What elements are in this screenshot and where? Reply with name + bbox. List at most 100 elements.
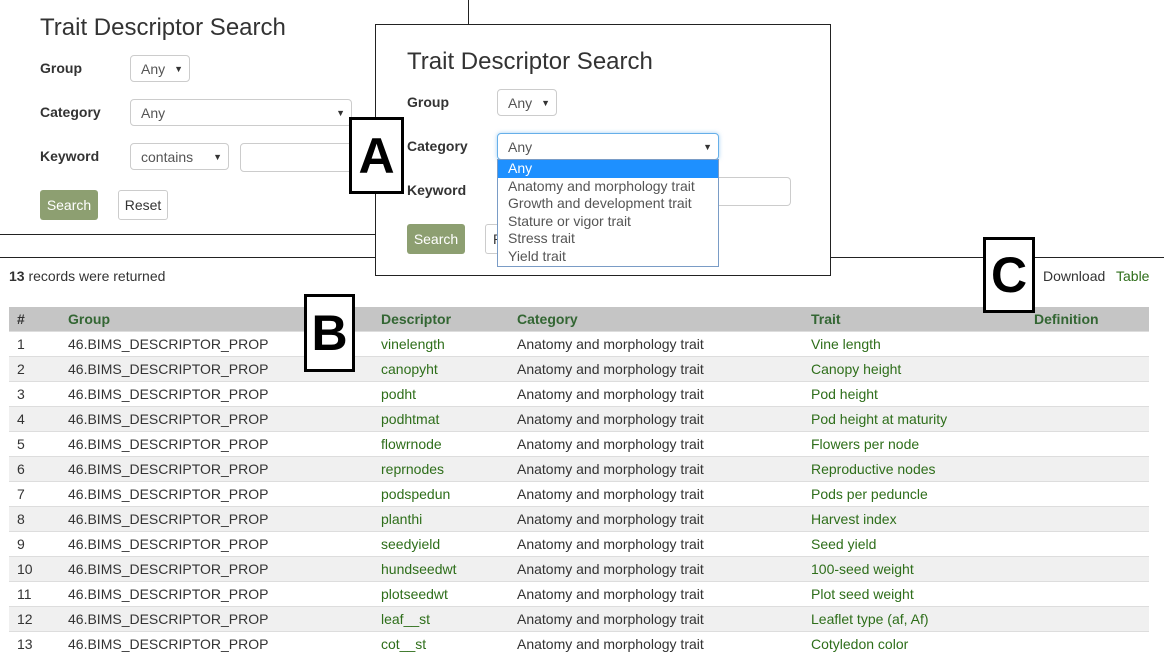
row-descriptor[interactable]: flowrnode [373, 431, 509, 457]
category-select[interactable]: Any ▼ [130, 99, 352, 126]
row-number: 7 [9, 481, 60, 507]
category-option[interactable]: Stress trait [498, 230, 718, 248]
row-descriptor[interactable]: planthi [373, 506, 509, 532]
column-header-category[interactable]: Category [509, 307, 803, 332]
row-trait[interactable]: Vine length [803, 331, 1026, 357]
category-select-value: Any [508, 138, 533, 155]
row-trait[interactable]: Harvest index [803, 506, 1026, 532]
category-option[interactable]: Yield trait [498, 248, 718, 266]
row-definition [1026, 406, 1149, 432]
row-trait[interactable]: 100-seed weight [803, 556, 1026, 582]
row-descriptor[interactable]: vinelength [373, 331, 509, 357]
row-definition [1026, 506, 1149, 532]
category-label: Category [407, 138, 468, 154]
row-category: Anatomy and morphology trait [509, 581, 803, 607]
row-descriptor[interactable]: canopyht [373, 356, 509, 382]
chevron-down-icon: ▼ [703, 141, 712, 152]
table-row: 6 46.BIMS_DESCRIPTOR_PROP reprnodes Anatomy… [9, 456, 1149, 482]
table-row: 7 46.BIMS_DESCRIPTOR_PROP podspedun Anatomy… [9, 481, 1149, 507]
row-number: 9 [9, 531, 60, 557]
reset-button[interactable]: R [485, 224, 497, 254]
table-row: 9 46.BIMS_DESCRIPTOR_PROP seedyield Anatomy… [9, 531, 1149, 557]
row-descriptor[interactable]: plotseedwt [373, 581, 509, 607]
chevron-down-icon: ▼ [174, 63, 183, 74]
keyword-label: Keyword [407, 182, 467, 198]
table-row: 13 46.BIMS_DESCRIPTOR_PROP cot__st Anatomy … [9, 631, 1149, 656]
row-definition [1026, 431, 1149, 457]
row-number: 11 [9, 581, 60, 607]
row-number: 8 [9, 506, 60, 532]
table-row: 12 46.BIMS_DESCRIPTOR_PROP leaf__st Anatomy… [9, 606, 1149, 632]
category-option[interactable]: Growth and development trait [498, 195, 718, 213]
row-group: 46.BIMS_DESCRIPTOR_PROP [60, 406, 373, 432]
row-descriptor[interactable]: hundseedwt [373, 556, 509, 582]
page-title: Trait Descriptor Search [40, 14, 286, 41]
category-select[interactable]: Any ▼ [497, 133, 719, 160]
row-definition [1026, 356, 1149, 382]
category-option[interactable]: Any [498, 160, 718, 178]
row-trait[interactable]: Plot seed weight [803, 581, 1026, 607]
row-descriptor[interactable]: seedyield [373, 531, 509, 557]
table-header-row: # Group Descriptor Category Trait Defini… [9, 307, 1149, 332]
row-trait[interactable]: Cotyledon color [803, 631, 1026, 656]
category-select-value: Any [141, 104, 166, 121]
row-number: 3 [9, 381, 60, 407]
table-row: 3 46.BIMS_DESCRIPTOR_PROP podht Anatomy and… [9, 381, 1149, 407]
row-trait[interactable]: Pod height [803, 381, 1026, 407]
records-count: 13 records were returned [9, 268, 165, 284]
chevron-down-icon: ▼ [213, 151, 222, 162]
search-button[interactable]: Search [407, 224, 465, 254]
table-row: 11 46.BIMS_DESCRIPTOR_PROP plotseedwt Anato… [9, 581, 1149, 607]
row-descriptor[interactable]: podhtmat [373, 406, 509, 432]
keyword-operator-select[interactable]: contains ▼ [130, 143, 229, 170]
group-select[interactable]: Any ▼ [130, 55, 190, 82]
column-header-number[interactable]: # [9, 307, 60, 332]
group-select[interactable]: Any ▼ [497, 89, 557, 116]
callout-b: B [304, 294, 355, 372]
row-definition [1026, 331, 1149, 357]
table-row: 4 46.BIMS_DESCRIPTOR_PROP podhtmat Anatomy … [9, 406, 1149, 432]
row-descriptor[interactable]: podspedun [373, 481, 509, 507]
row-trait[interactable]: Leaflet type (af, Af) [803, 606, 1026, 632]
row-descriptor[interactable]: cot__st [373, 631, 509, 656]
row-group: 46.BIMS_DESCRIPTOR_PROP [60, 631, 373, 656]
column-header-descriptor[interactable]: Descriptor [373, 307, 509, 332]
group-label: Group [407, 94, 449, 110]
keyword-label: Keyword [40, 148, 100, 164]
table-row: 2 46.BIMS_DESCRIPTOR_PROP canopyht Anatomy … [9, 356, 1149, 382]
row-descriptor[interactable]: podht [373, 381, 509, 407]
reset-button[interactable]: Reset [118, 190, 168, 220]
records-count-text: records were returned [24, 268, 166, 284]
category-option[interactable]: Stature or vigor trait [498, 213, 718, 231]
download-label: Download [1043, 268, 1106, 284]
column-header-definition[interactable]: Definition [1026, 307, 1149, 332]
row-trait[interactable]: Flowers per node [803, 431, 1026, 457]
download-table-link[interactable]: Table [1116, 268, 1149, 284]
row-descriptor[interactable]: leaf__st [373, 606, 509, 632]
row-number: 13 [9, 631, 60, 656]
table-row: 10 46.BIMS_DESCRIPTOR_PROP hundseedwt Anato… [9, 556, 1149, 582]
row-number: 6 [9, 456, 60, 482]
row-trait[interactable]: Seed yield [803, 531, 1026, 557]
search-button[interactable]: Search [40, 190, 98, 220]
row-group: 46.BIMS_DESCRIPTOR_PROP [60, 456, 373, 482]
row-trait[interactable]: Canopy height [803, 356, 1026, 382]
search-panel-front: Trait Descriptor Search Group Any ▼ Cate… [375, 24, 831, 276]
results-table: # Group Descriptor Category Trait Defini… [9, 307, 1149, 656]
row-category: Anatomy and morphology trait [509, 531, 803, 557]
keyword-input[interactable] [719, 177, 791, 206]
row-category: Anatomy and morphology trait [509, 481, 803, 507]
row-definition [1026, 631, 1149, 656]
row-category: Anatomy and morphology trait [509, 381, 803, 407]
row-descriptor[interactable]: reprnodes [373, 456, 509, 482]
records-count-number: 13 [9, 268, 25, 284]
row-trait[interactable]: Pod height at maturity [803, 406, 1026, 432]
row-group: 46.BIMS_DESCRIPTOR_PROP [60, 556, 373, 582]
row-trait[interactable]: Reproductive nodes [803, 456, 1026, 482]
row-category: Anatomy and morphology trait [509, 556, 803, 582]
group-select-value: Any [508, 94, 533, 111]
row-trait[interactable]: Pods per peduncle [803, 481, 1026, 507]
callout-c: C [983, 237, 1035, 313]
row-category: Anatomy and morphology trait [509, 606, 803, 632]
category-option[interactable]: Anatomy and morphology trait [498, 178, 718, 196]
